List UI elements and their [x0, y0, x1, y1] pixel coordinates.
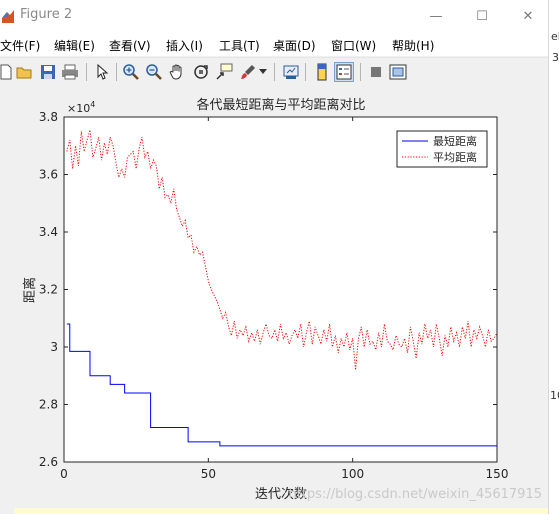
y-tick-label: 3.6 — [39, 168, 58, 182]
hide-plot-tools-button[interactable] — [366, 62, 386, 82]
background-window-text: 3 — [552, 51, 559, 64]
print-button[interactable] — [60, 62, 80, 82]
edit-plot-arrow-icon — [97, 64, 109, 80]
pan-button[interactable] — [167, 62, 187, 82]
line-chart[interactable]: 各代最短距离与平均距离对比 ×104 0 50 100 150 2.6 2.8 3 3.2 3.… — [0, 85, 548, 514]
y-exponent-label: ×104 — [67, 100, 95, 115]
brush-dropdown-icon — [259, 69, 267, 74]
legend[interactable]: 最短距离 平均距离 — [396, 130, 488, 168]
y-exponent-power: 4 — [90, 100, 95, 109]
chart-title: 各代最短距离与平均距离对比 — [196, 97, 365, 113]
pan-hand-icon — [169, 64, 182, 80]
link-plot-icon — [283, 65, 299, 79]
brush-icon — [241, 65, 255, 79]
new-figure-button[interactable] — [0, 62, 16, 82]
toolbar-separator — [360, 63, 361, 81]
data-cursor-icon — [216, 63, 233, 80]
y-exponent-base: ×10 — [67, 102, 90, 115]
minimize-button[interactable]: — — [420, 4, 452, 28]
y-tick-label: 3.4 — [39, 225, 58, 239]
toolbar-separator — [116, 63, 117, 81]
menu-file[interactable]: 文件(F) — [0, 37, 40, 54]
zoom-out-icon — [146, 64, 162, 80]
brush-button[interactable] — [238, 62, 258, 82]
close-button[interactable]: ✕ — [512, 4, 544, 28]
show-plot-tools-button[interactable] — [388, 62, 408, 82]
x-tick-label: 50 — [201, 467, 216, 481]
legend-label-avg: 平均距离 — [433, 150, 477, 164]
insert-colorbar-button[interactable] — [312, 62, 332, 82]
x-tick-label: 0 — [60, 467, 68, 481]
figure-toolbar — [0, 57, 548, 86]
menu-desktop[interactable]: 桌面(D) — [273, 37, 316, 54]
toolbar-separator — [274, 63, 275, 81]
background-window-text: el — [551, 30, 559, 43]
hide-plot-tools-icon — [371, 67, 381, 77]
window-title: Figure 2 — [20, 7, 73, 22]
minimize-icon: — — [429, 8, 443, 24]
toolbar-separator — [86, 63, 87, 81]
y-tick-label: 2.8 — [39, 398, 58, 412]
background-window-text: 10 — [550, 389, 559, 402]
matlab-logo-icon — [2, 10, 14, 23]
x-tick-label: 150 — [486, 467, 509, 481]
y-tick-label: 2.6 — [39, 455, 58, 469]
y-axis-label: 距离 — [22, 277, 38, 303]
open-file-button[interactable] — [15, 62, 35, 82]
plot-area — [63, 116, 498, 463]
insert-colorbar-icon — [317, 63, 327, 81]
close-icon: ✕ — [522, 8, 534, 24]
show-plot-tools-icon — [389, 64, 407, 80]
rotate-3d-button[interactable] — [191, 62, 211, 82]
print-icon — [62, 64, 78, 80]
zoom-out-button[interactable] — [144, 62, 164, 82]
data-cursor-button[interactable] — [214, 62, 234, 82]
brush-dropdown-button[interactable] — [257, 62, 269, 82]
y-tick-label: 3 — [50, 340, 58, 354]
menu-insert[interactable]: 插入(I) — [166, 37, 203, 54]
rotate-3d-icon — [194, 65, 208, 79]
menu-view[interactable]: 查看(V) — [109, 37, 151, 54]
legend-label-min: 最短距离 — [433, 134, 477, 148]
menu-window[interactable]: 窗口(W) — [331, 37, 376, 54]
insert-legend-icon — [336, 64, 352, 80]
x-tick-label: 100 — [341, 467, 364, 481]
y-tick-label: 3.2 — [39, 283, 58, 297]
menu-help[interactable]: 帮助(H) — [392, 37, 434, 54]
save-button[interactable] — [38, 62, 58, 82]
watermark-text: https://blog.csdn.net/weixin_45617915 — [288, 487, 542, 502]
open-file-icon — [16, 67, 32, 79]
save-icon — [41, 65, 55, 79]
background-window-edge: el 3 10 — [548, 0, 559, 514]
bottom-highlight-strip — [14, 508, 548, 514]
toolbar-separator — [305, 63, 306, 81]
y-tick-label: 3.8 — [39, 110, 58, 124]
new-figure-icon — [0, 64, 12, 80]
menu-edit[interactable]: 编辑(E) — [54, 37, 95, 54]
menu-bar: 文件(F) 编辑(E) 查看(V) 插入(I) 工具(T) 桌面(D) 窗口(W… — [0, 32, 548, 56]
edit-plot-button[interactable] — [92, 62, 112, 82]
menu-tools[interactable]: 工具(T) — [219, 37, 260, 54]
zoom-in-button[interactable] — [121, 62, 141, 82]
maximize-button[interactable]: ☐ — [466, 4, 498, 28]
title-bar[interactable]: Figure 2 — ☐ ✕ — [0, 0, 548, 32]
link-plot-button[interactable] — [281, 62, 301, 82]
zoom-in-icon — [123, 64, 139, 80]
insert-legend-button[interactable] — [334, 62, 354, 82]
maximize-icon: ☐ — [476, 8, 488, 24]
